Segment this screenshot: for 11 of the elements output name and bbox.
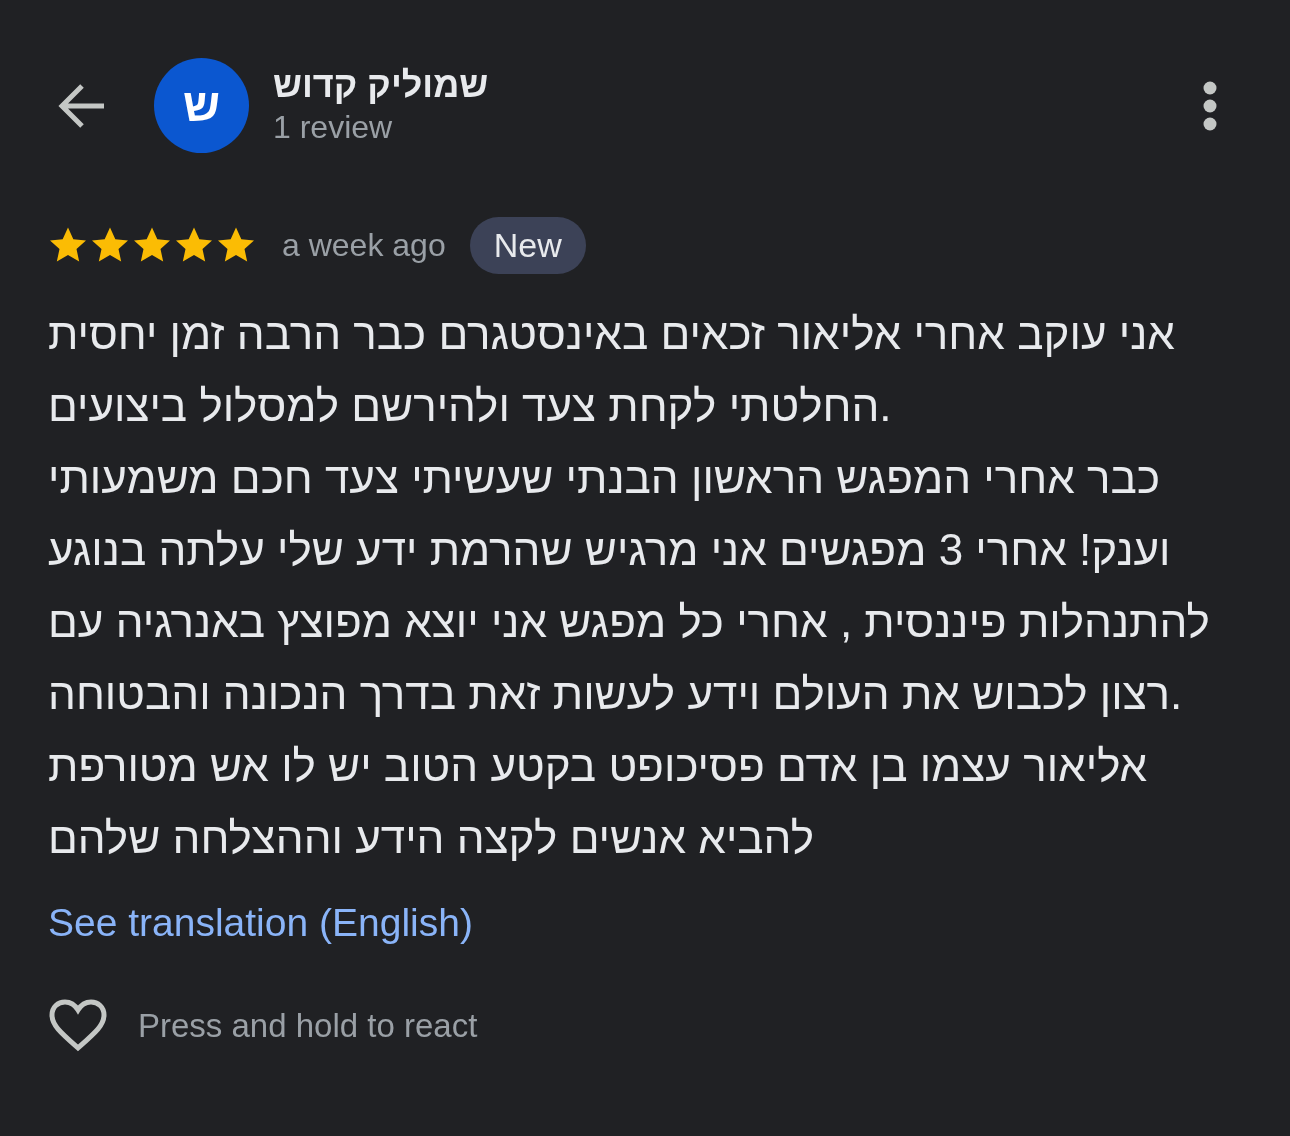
review-time: a week ago bbox=[282, 226, 446, 266]
translation-link[interactable]: See translation (English) bbox=[48, 893, 473, 953]
heart-icon[interactable] bbox=[48, 998, 108, 1053]
reviewer-name[interactable]: שמוליק קדוש bbox=[273, 64, 1202, 105]
react-hint: Press and hold to react bbox=[138, 1005, 478, 1046]
more-options-button[interactable] bbox=[1202, 79, 1218, 132]
review-text: אני עוקב אחרי אליאור זכאים באינסטגרם כבר הרבה זמן יחסית החלטתי לקחת צעד ולהירשם למסלול ביצועים. כבר אחרי המפגש הראשון הבנתי שעשיתי צעד חכם משמעותי וענק! אחרי 3 מפגשים אני מרגיש שהרמת ידע שלי עלתה בנוגע להתנהלות פיננסית , אחרי כל מפגש אני יוצא מפוצץ באנרגיה עם רצון לכבוש את העולם וידע לעשות זאת בדרך הנכונה והבטוחה. אליאור עצמו בן אדם פסיכופט בקטע הטוב יש לו אש מטורפת להביא אנשים לקצה הידע וההצלחה שלהם bbox=[48, 307, 1211, 864]
new-label: New bbox=[469, 217, 586, 274]
review-count: 1 review bbox=[273, 108, 394, 147]
back-button[interactable] bbox=[56, 81, 106, 130]
avatar[interactable]: ש bbox=[154, 58, 249, 153]
